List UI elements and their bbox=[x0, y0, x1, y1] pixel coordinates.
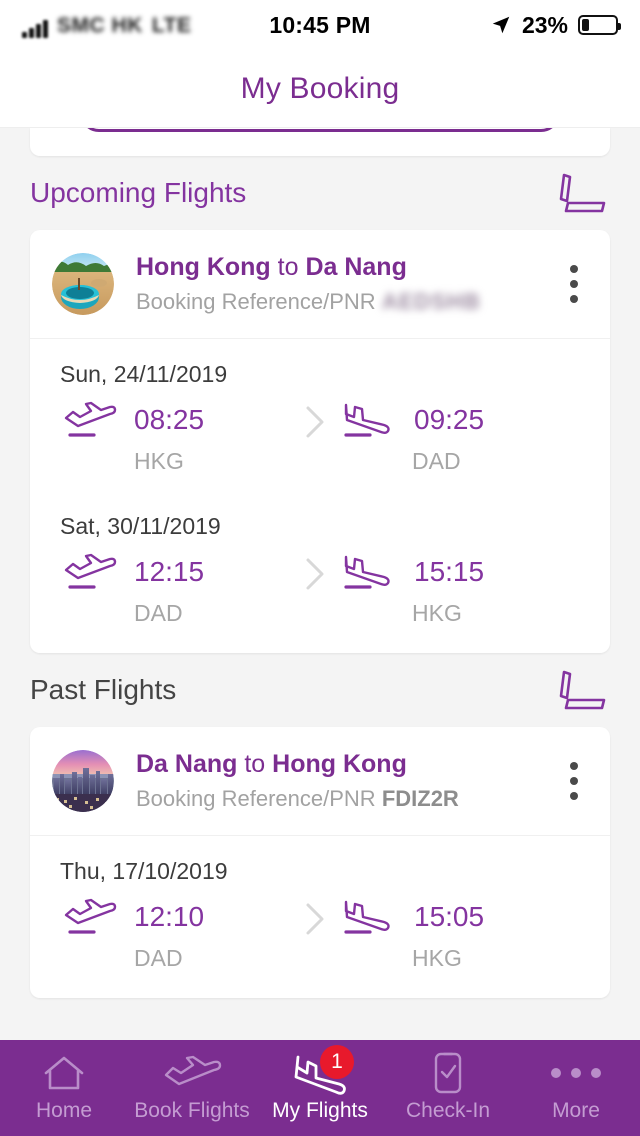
segment-date: Thu, 17/10/2019 bbox=[60, 857, 228, 884]
tab-my-flights[interactable]: 1 My Flights bbox=[256, 1040, 384, 1136]
arrival-airport-code: DAD bbox=[412, 447, 461, 474]
segment-date: Sat, 30/11/2019 bbox=[60, 512, 221, 539]
airplane-seat-icon bbox=[559, 173, 606, 213]
content-scroll-area[interactable]: Upcoming Flights Hong Kong to Da Nang Bo… bbox=[0, 128, 640, 1040]
flight-segments-upcoming: Sun, 24/11/2019 08:25 HKG 09:25 DAD Sat,… bbox=[30, 339, 610, 653]
departure-airport-code: DAD bbox=[134, 944, 183, 971]
route-connector: to bbox=[270, 253, 306, 281]
takeoff-icon bbox=[64, 898, 117, 934]
da-nang-beach-photo bbox=[52, 252, 114, 315]
flight-segments-past: Thu, 17/10/2019 12:10 DAD 15:05 HKG bbox=[30, 836, 610, 998]
booking-card-header[interactable]: Hong Kong to Da Nang Booking Reference/P… bbox=[30, 230, 610, 338]
notification-badge: 1 bbox=[320, 1045, 354, 1079]
chevron-right-icon bbox=[306, 903, 324, 934]
takeoff-icon bbox=[64, 553, 117, 589]
route-from-city: Hong Kong bbox=[136, 253, 271, 281]
landing-icon bbox=[344, 555, 390, 589]
flight-segment[interactable]: Sun, 24/11/2019 08:25 HKG 09:25 DAD bbox=[30, 361, 610, 475]
segment-row: 12:10 DAD 15:05 HKG bbox=[60, 895, 580, 972]
departure-leg: 12:10 DAD bbox=[60, 895, 292, 972]
booking-reference: Booking Reference/PNR AEDSHB bbox=[136, 288, 556, 316]
location-arrow-icon bbox=[492, 16, 510, 34]
arrival-airport-code: HKG bbox=[412, 599, 462, 626]
tab-book-flights[interactable]: Book Flights bbox=[128, 1040, 256, 1136]
tab-label-book-flights: Book Flights bbox=[134, 1099, 250, 1122]
booking-card-upcoming[interactable]: Hong Kong to Da Nang Booking Reference/P… bbox=[30, 230, 610, 653]
route-title: Da Nang to Hong Kong bbox=[136, 749, 556, 780]
section-header-past: Past Flights bbox=[0, 653, 640, 727]
airplane-tilted-icon: 1 bbox=[292, 1045, 354, 1095]
pnr-label: Booking Reference/PNR bbox=[136, 786, 376, 811]
battery-icon bbox=[578, 15, 621, 35]
arrival-leg: 15:15 HKG bbox=[338, 550, 484, 627]
pnr-label: Booking Reference/PNR bbox=[136, 289, 376, 315]
app-screen: SMC HK LTE 10:45 PM 23% My Booking Upcom… bbox=[0, 0, 640, 1136]
departure-time: 08:25 bbox=[134, 403, 205, 435]
departure-leg: 12:15 DAD bbox=[60, 550, 292, 627]
booking-card-past[interactable]: Da Nang to Hong Kong Booking Reference/P… bbox=[30, 726, 610, 998]
departure-time: 12:10 bbox=[134, 900, 205, 932]
status-bar-right: 23% bbox=[490, 11, 621, 39]
booking-card-header[interactable]: Da Nang to Hong Kong Booking Reference/P… bbox=[30, 727, 610, 835]
booking-route-block: Da Nang to Hong Kong Booking Reference/P… bbox=[136, 749, 556, 813]
flight-segment[interactable]: Sat, 30/11/2019 12:15 DAD 15:15 HKG bbox=[30, 513, 610, 627]
route-to-city: Da Nang bbox=[305, 253, 407, 281]
landing-icon bbox=[344, 403, 390, 437]
booking-route-block: Hong Kong to Da Nang Booking Reference/P… bbox=[136, 252, 556, 316]
segment-date: Sun, 24/11/2019 bbox=[60, 360, 228, 387]
route-to-city: Hong Kong bbox=[272, 749, 407, 778]
app-header: My Booking bbox=[0, 50, 640, 128]
tab-label-my-flights: My Flights bbox=[272, 1099, 368, 1122]
overflow-menu-icon[interactable] bbox=[556, 756, 584, 806]
ellipsis-icon bbox=[551, 1053, 601, 1093]
segment-row: 08:25 HKG 09:25 DAD bbox=[60, 398, 580, 475]
tab-more[interactable]: More bbox=[512, 1040, 640, 1136]
segment-row: 12:15 DAD 15:15 HKG bbox=[60, 550, 580, 627]
section-title-upcoming: Upcoming Flights bbox=[30, 177, 247, 208]
departure-airport-code: DAD bbox=[134, 599, 183, 626]
departure-leg: 08:25 HKG bbox=[60, 398, 292, 475]
mobile-check-icon bbox=[431, 1052, 465, 1094]
pnr-value: FDIZ2R bbox=[381, 786, 459, 811]
overflow-menu-icon[interactable] bbox=[556, 259, 584, 309]
arrival-time: 15:05 bbox=[414, 900, 485, 932]
arrival-leg: 15:05 HKG bbox=[338, 895, 484, 972]
page-title: My Booking bbox=[240, 71, 400, 105]
battery-percent: 23% bbox=[521, 11, 568, 38]
tab-label-home: Home bbox=[35, 1099, 93, 1122]
section-title-past: Past Flights bbox=[30, 673, 177, 705]
partial-card-above[interactable] bbox=[30, 128, 610, 156]
landing-icon bbox=[344, 900, 390, 934]
arrival-time: 09:25 bbox=[414, 403, 485, 435]
pnr-value: AEDSHB bbox=[381, 289, 481, 315]
airplane-seat-icon bbox=[559, 670, 606, 710]
status-bar: SMC HK LTE 10:45 PM 23% bbox=[0, 0, 640, 50]
airplane-icon bbox=[162, 1053, 222, 1093]
arrival-time: 15:15 bbox=[414, 555, 485, 587]
tab-label-check-in: Check-In bbox=[405, 1099, 491, 1122]
hong-kong-skyline-photo bbox=[52, 749, 114, 812]
arrival-leg: 09:25 DAD bbox=[338, 398, 484, 475]
tab-check-in[interactable]: Check-In bbox=[384, 1040, 512, 1136]
route-title: Hong Kong to Da Nang bbox=[136, 252, 556, 283]
bottom-navigation: Home Book Flights 1 My Flights Check-In … bbox=[0, 1040, 640, 1136]
partial-button[interactable] bbox=[80, 128, 560, 132]
route-from-city: Da Nang bbox=[136, 749, 238, 778]
booking-reference: Booking Reference/PNR FDIZ2R bbox=[136, 785, 556, 813]
flight-segment[interactable]: Thu, 17/10/2019 12:10 DAD 15:05 HKG bbox=[30, 858, 610, 972]
tab-label-more: More bbox=[552, 1099, 600, 1122]
chevron-right-icon bbox=[306, 406, 324, 438]
route-connector: to bbox=[237, 749, 273, 778]
chevron-right-icon bbox=[306, 558, 324, 590]
takeoff-icon bbox=[64, 401, 117, 437]
departure-airport-code: HKG bbox=[134, 447, 184, 474]
tab-home[interactable]: Home bbox=[0, 1040, 128, 1136]
section-header-upcoming: Upcoming Flights bbox=[0, 156, 640, 230]
departure-time: 12:15 bbox=[134, 555, 205, 587]
arrival-airport-code: HKG bbox=[412, 944, 462, 971]
home-icon bbox=[41, 1053, 87, 1093]
